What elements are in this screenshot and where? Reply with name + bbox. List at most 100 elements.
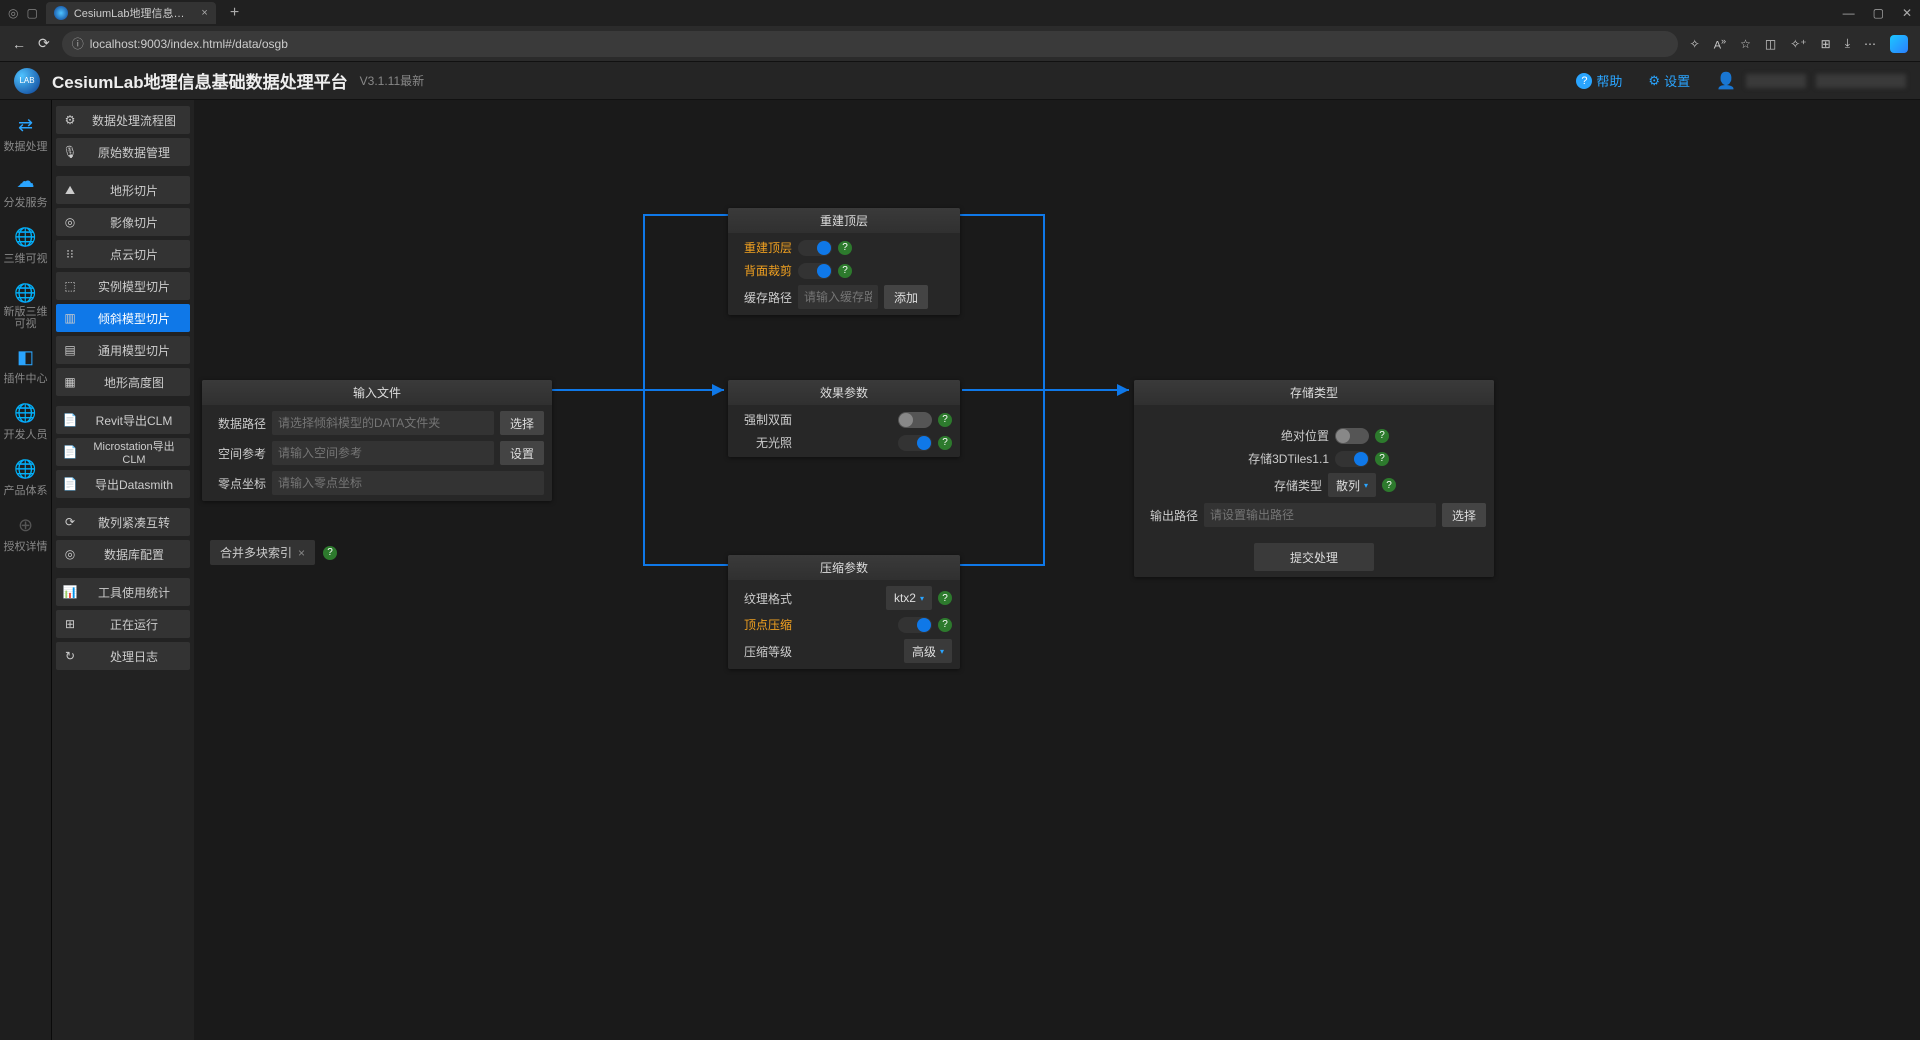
extensions-icon[interactable]: ⊞: [1821, 37, 1831, 51]
copilot-icon[interactable]: [1890, 35, 1908, 53]
rebuild-top-label: 重建顶层: [736, 239, 792, 256]
cache-path-input[interactable]: [798, 285, 878, 309]
site-info-icon[interactable]: ⓘ: [72, 35, 84, 52]
rail-new-3d-view[interactable]: 🌐新版三维可视: [0, 276, 51, 336]
more-icon[interactable]: ⋯: [1864, 37, 1876, 51]
close-icon[interactable]: ×: [298, 546, 305, 560]
rail-license[interactable]: ⊕授权详情: [0, 508, 51, 560]
sidebar-running[interactable]: ⊞正在运行: [56, 610, 190, 638]
nav-refresh-icon[interactable]: ⟳: [38, 35, 50, 52]
text-size-icon[interactable]: A»: [1714, 36, 1726, 52]
rail-plugins[interactable]: ◧插件中心: [0, 340, 51, 392]
srs-input[interactable]: [272, 441, 494, 465]
texture-format-select[interactable]: ktx2: [886, 586, 932, 610]
help-icon[interactable]: ?: [938, 618, 952, 632]
sidebar-instance-tile[interactable]: ⬚实例模型切片: [56, 272, 190, 300]
nav-back-icon[interactable]: ←: [12, 36, 26, 52]
help-icon[interactable]: ?: [1382, 478, 1396, 492]
magic-icon[interactable]: ✧: [1690, 37, 1700, 51]
help-icon[interactable]: ?: [1375, 429, 1389, 443]
cache-path-label: 缓存路径: [736, 289, 792, 306]
force-double-toggle[interactable]: [898, 412, 932, 428]
rail-3d-view[interactable]: 🌐三维可视: [0, 220, 51, 272]
rail-products[interactable]: 🌐产品体系: [0, 452, 51, 504]
panel-storage: 存储类型 绝对位置 ? 存储3DTiles1.1 ? 存储类型 散列 ?: [1134, 380, 1494, 577]
texture-format-label: 纹理格式: [736, 590, 792, 607]
help-icon[interactable]: ?: [838, 264, 852, 278]
browser-titlebar: ◎ ▢ CesiumLab地理信息基础数据处… × + — ▢ ✕: [0, 0, 1920, 26]
sidebar-stats[interactable]: 📊工具使用统计: [56, 578, 190, 606]
panel-input: 输入文件 数据路径 选择 空间参考 设置 零点坐标: [202, 380, 552, 501]
help-icon[interactable]: ?: [938, 413, 952, 427]
no-light-toggle[interactable]: [898, 435, 932, 451]
userinfo-blurred: [1816, 74, 1906, 88]
sidebar-general-tile[interactable]: ▤通用模型切片: [56, 336, 190, 364]
browser-tab[interactable]: CesiumLab地理信息基础数据处… ×: [46, 2, 216, 24]
storage-type-select[interactable]: 散列: [1328, 473, 1376, 497]
tabs-icon[interactable]: ▢: [26, 6, 37, 20]
help-icon[interactable]: ?: [1375, 452, 1389, 466]
origin-input[interactable]: [272, 471, 544, 495]
sidebar-microstation-clm[interactable]: 📄Microstation导出CLM: [56, 438, 190, 466]
sidebar-image-tile[interactable]: ◎影像切片: [56, 208, 190, 236]
window-maximize-icon[interactable]: ▢: [1873, 6, 1884, 20]
app-header: LAB CesiumLab地理信息基础数据处理平台 V3.1.11最新 ? 帮助…: [0, 62, 1920, 100]
new-tab-button[interactable]: +: [224, 4, 245, 22]
help-icon: ?: [1576, 73, 1592, 89]
user-avatar-icon: 👤: [1716, 71, 1736, 91]
url-text: localhost:9003/index.html#/data/osgb: [90, 37, 288, 51]
browser-url-bar: ← ⟳ ⓘ localhost:9003/index.html#/data/os…: [0, 26, 1920, 62]
sidebar-pointcloud-tile[interactable]: ⁝⁝点云切片: [56, 240, 190, 268]
settings-link[interactable]: ⚙ 设置: [1648, 71, 1690, 90]
favorite-icon[interactable]: ☆: [1740, 37, 1751, 51]
select-data-button[interactable]: 选择: [500, 411, 544, 435]
dev-icon: 🌐: [14, 403, 36, 424]
abs-pos-toggle[interactable]: [1335, 428, 1369, 444]
flow-canvas[interactable]: 输入文件 数据路径 选择 空间参考 设置 零点坐标: [194, 100, 1920, 1040]
username-blurred: [1746, 74, 1806, 88]
out-path-input[interactable]: [1204, 503, 1436, 527]
sidebar-flowchart[interactable]: ⚙数据处理流程图: [56, 106, 190, 134]
rail-developer[interactable]: 🌐开发人员: [0, 396, 51, 448]
rail-distribute[interactable]: ☁分发服务: [0, 164, 51, 216]
sidebar-revit-clm[interactable]: 📄Revit导出CLM: [56, 406, 190, 434]
merge-index-tag[interactable]: 合并多块索引 ×: [210, 540, 315, 565]
window-close-icon[interactable]: ✕: [1902, 6, 1912, 20]
app-version: V3.1.11最新: [360, 72, 424, 89]
set-srs-button[interactable]: 设置: [500, 441, 544, 465]
window-minimize-icon[interactable]: —: [1843, 6, 1855, 20]
vertex-compress-toggle[interactable]: [898, 617, 932, 633]
rail-data-processing[interactable]: ⇄数据处理: [0, 108, 51, 160]
help-icon[interactable]: ?: [838, 241, 852, 255]
sidebar-db-config[interactable]: ◎数据库配置: [56, 540, 190, 568]
db-icon: ◎: [62, 547, 78, 561]
app-logo-icon: LAB: [14, 68, 40, 94]
select-out-button[interactable]: 选择: [1442, 503, 1486, 527]
help-icon[interactable]: ?: [323, 546, 337, 560]
user-area[interactable]: 👤: [1716, 71, 1906, 91]
collections-icon[interactable]: ✧⁺: [1790, 37, 1806, 51]
url-field[interactable]: ⓘ localhost:9003/index.html#/data/osgb: [62, 31, 1678, 57]
tab-favicon-icon: [54, 6, 68, 20]
add-cache-button[interactable]: 添加: [884, 285, 928, 309]
tiles11-toggle[interactable]: [1335, 451, 1369, 467]
split-screen-icon[interactable]: ◫: [1765, 37, 1776, 51]
sidebar-heightmap[interactable]: ▦地形高度图: [56, 368, 190, 396]
submit-button[interactable]: 提交处理: [1254, 543, 1374, 571]
help-icon[interactable]: ?: [938, 436, 952, 450]
rebuild-toggle[interactable]: [798, 240, 832, 256]
sidebar-datasmith[interactable]: 📄导出Datasmith: [56, 470, 190, 498]
compress-level-select[interactable]: 高级: [904, 639, 952, 663]
sidebar-raw-data[interactable]: 🎙原始数据管理: [56, 138, 190, 166]
close-tab-icon[interactable]: ×: [201, 7, 207, 19]
sidebar-logs[interactable]: ↻处理日志: [56, 642, 190, 670]
backface-toggle[interactable]: [798, 263, 832, 279]
sidebar-osgb-tile[interactable]: ▥倾斜模型切片: [56, 304, 190, 332]
sidebar-terrain-tile[interactable]: ⛰地形切片: [56, 176, 190, 204]
downloads-icon[interactable]: ⤓: [1845, 36, 1850, 51]
help-link[interactable]: ? 帮助: [1576, 71, 1622, 90]
panel-effect-title: 效果参数: [728, 380, 960, 405]
data-path-input[interactable]: [272, 411, 494, 435]
sidebar-hash-convert[interactable]: ⟳散列紧凑互转: [56, 508, 190, 536]
help-icon[interactable]: ?: [938, 591, 952, 605]
